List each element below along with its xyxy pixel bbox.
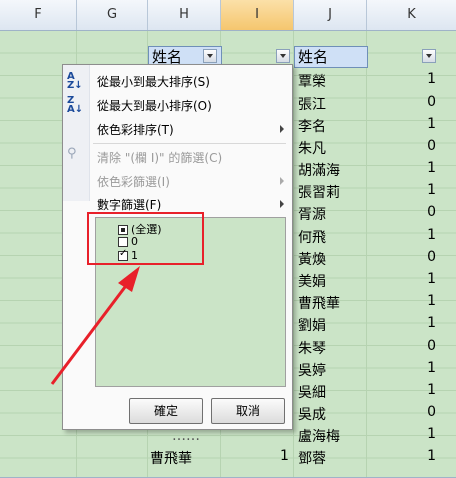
filter-dropdown-k[interactable] [422,49,436,63]
cell-j[interactable]: 美娟 [298,271,326,291]
col-header-h[interactable]: H [148,0,221,30]
cell-k[interactable]: 1 [422,71,436,87]
cell-k[interactable]: 1 [422,360,436,376]
submenu-arrow-icon [280,200,284,208]
cell-h-bottom[interactable]: 曹飛華 [150,448,192,468]
cell-j[interactable]: 朱琴 [298,338,326,358]
cancel-button[interactable]: 取消 [211,398,285,424]
cell-k[interactable]: 1 [422,116,436,132]
cell-j[interactable]: 黃煥 [298,249,326,269]
menu-sort-by-color[interactable]: 依色彩排序(T) [97,121,174,138]
cell-j[interactable]: 吳細 [298,382,326,402]
cell-j[interactable]: 覃榮 [298,71,326,91]
cell-k[interactable]: 0 [422,204,436,220]
cell-j[interactable]: 張習莉 [298,182,340,202]
cell-j[interactable]: 盧海梅 [298,426,340,446]
cell-j[interactable]: 張江 [298,94,326,114]
filter-dropdown-i[interactable] [276,49,290,63]
cell-k[interactable]: 0 [422,404,436,420]
cell-k[interactable]: 0 [422,249,436,265]
cell-j[interactable]: 李名 [298,116,326,136]
cell-k[interactable]: 1 [422,271,436,287]
sort-descending-icon: Z A↓ [67,95,84,115]
col-header-g[interactable]: G [77,0,148,30]
cell-k[interactable]: 1 [422,160,436,176]
header-cell-j[interactable]: 姓名 [294,46,368,68]
cell-k[interactable]: 1 [422,227,436,243]
cell-j[interactable]: 何飛 [298,227,326,247]
menu-sort-ascending[interactable]: 從最小到最大排序(S) [97,73,210,90]
cell-j[interactable]: 朱凡 [298,138,326,158]
cell-j[interactable]: 曹飛華 [298,293,340,313]
submenu-arrow-icon [280,177,284,185]
cell-j[interactable]: 吳成 [298,404,326,424]
ok-button[interactable]: 確定 [129,398,203,424]
clear-filter-icon: ⚲ [67,146,77,161]
cell-j[interactable]: 吳婷 [298,360,326,380]
cell-k[interactable]: 1 [422,293,436,309]
cell-k[interactable]: 1 [422,448,436,464]
cell-k[interactable]: 1 [422,382,436,398]
cell-j[interactable]: 鄧蓉 [298,448,326,468]
cell-k[interactable]: 0 [422,94,436,110]
col-header-j[interactable]: J [294,0,367,30]
cell-j[interactable]: 胡滿海 [298,160,340,180]
menu-clear-filter: 清除 "(欄 I)" 的篩選(C) [97,151,223,165]
submenu-arrow-icon [280,125,284,133]
cell-i-bottom[interactable]: 1 [280,448,289,464]
col-header-f[interactable]: F [0,0,77,30]
cell-k[interactable]: 0 [422,338,436,354]
menu-filter-by-color: 依色彩篩選(I) [97,175,170,189]
cell-j[interactable]: 劉娟 [298,315,326,335]
column-header-bar: F G H I J K [0,0,456,31]
cell-k[interactable]: 0 [422,138,436,154]
menu-number-filters[interactable]: 數字篩選(F) [97,196,161,213]
grid-line [293,31,294,478]
cell-k[interactable]: 1 [422,315,436,331]
sort-ascending-icon: A Z↓ [67,71,83,91]
col-header-k[interactable]: K [367,0,456,30]
col-header-i[interactable]: I [221,0,294,30]
cell-k[interactable]: 1 [422,426,436,442]
cell-k[interactable]: 1 [422,182,436,198]
cell-h-partial[interactable]: …… [172,428,200,444]
menu-separator [93,143,286,144]
grid-line [366,31,367,478]
menu-sort-descending[interactable]: 從最大到最小排序(O) [97,97,212,114]
annotation-highlight-box [87,212,204,265]
cell-j[interactable]: 胥源 [298,204,326,224]
filter-dropdown-h[interactable] [203,49,217,63]
